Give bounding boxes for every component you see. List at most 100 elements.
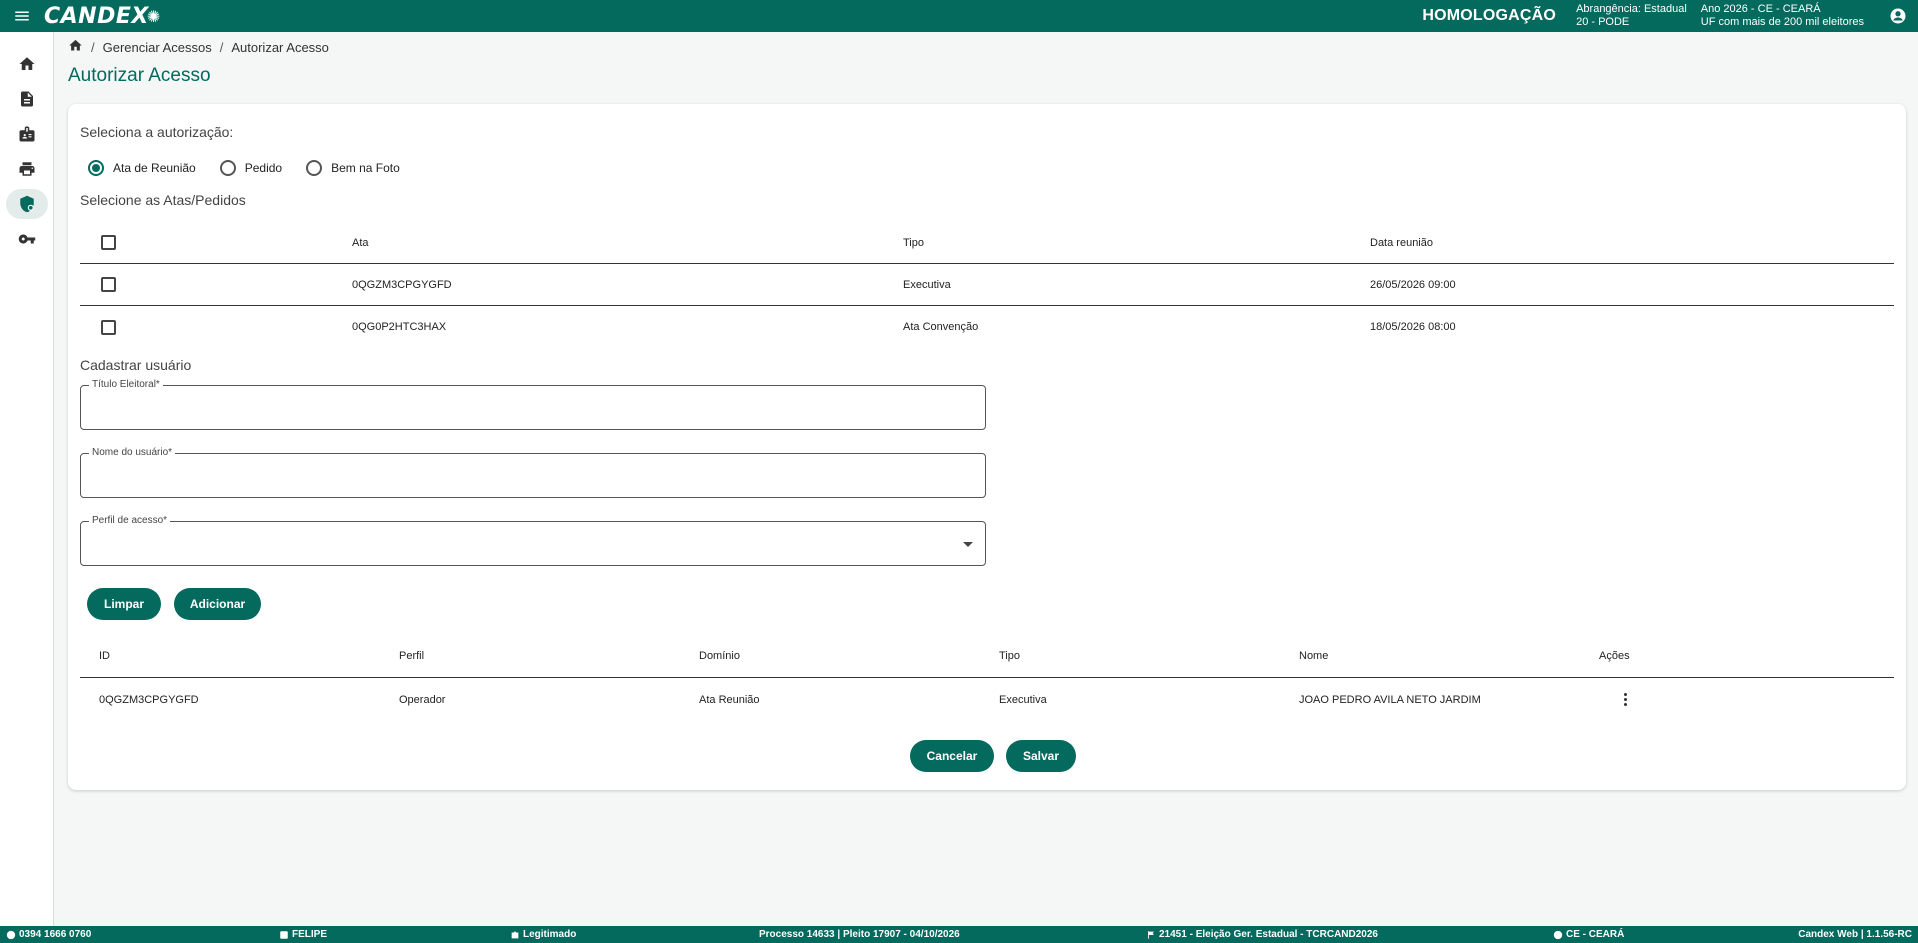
status-bar: 0394 1666 0760 FELIPE Legitimado Process… <box>0 926 1918 943</box>
table-header: ID Perfil Domínio Tipo Nome Ações <box>80 634 1894 678</box>
uf-info-text: UF com mais de 200 mil eleitores <box>1700 16 1864 28</box>
footer-phone-text: 0394 1666 0760 <box>19 929 92 940</box>
footer-user-text: FELIPE <box>292 929 328 940</box>
document-icon <box>21 91 33 107</box>
select-all-checkbox[interactable] <box>101 235 116 250</box>
sidebar-item-documents[interactable] <box>6 84 48 114</box>
cancelar-button[interactable]: Cancelar <box>910 740 994 772</box>
top-bar: CANDEX ✺ HOMOLOGAÇÃO Abrangência: Estadua… <box>0 0 1918 32</box>
partido-text: 20 - PODE <box>1576 16 1630 28</box>
radio-bem-na-foto[interactable]: Bem na Foto <box>306 160 400 176</box>
radio-ata-reuniao[interactable]: Ata de Reunião <box>88 160 196 176</box>
perfil-acesso-select[interactable]: Perfil de acesso* <box>80 515 986 566</box>
limpar-button[interactable]: Limpar <box>87 588 161 620</box>
atas-table: Ata Tipo Data reunião 0QGZM3CPGYGFD Exec… <box>80 222 1894 348</box>
footer-uf: CE - CEARÁ <box>1553 926 1624 943</box>
column-header-dominio: Domínio <box>699 649 740 662</box>
column-header-tipo: Tipo <box>999 649 1020 662</box>
ano-text: Ano 2026 - CE - CEARÁ <box>1700 3 1821 15</box>
cell-tipo: Executiva <box>903 278 951 291</box>
app-logo[interactable]: CANDEX ✺ <box>44 4 161 29</box>
app-logo-text: CANDEX <box>44 3 149 29</box>
radio-circle <box>219 160 236 176</box>
titulo-eleitoral-label: Título Eleitoral* <box>89 379 163 390</box>
adicionar-button[interactable]: Adicionar <box>174 588 261 620</box>
cell-data: 18/05/2026 08:00 <box>1370 321 1456 333</box>
cell-tipo: Executiva <box>999 693 1047 706</box>
footer-status: Legitimado <box>510 926 576 943</box>
headset-icon <box>6 930 16 939</box>
breadcrumb-item-gerenciar[interactable]: Gerenciar Acessos <box>103 40 212 55</box>
row-checkbox[interactable] <box>101 319 116 335</box>
environment-label: HOMOLOGAÇÃO <box>1422 7 1557 24</box>
cell-nome: JOAO PEDRO AVILA NETO JARDIM <box>1299 693 1481 706</box>
main-card: Seleciona a autorização: Ata de Reunião … <box>68 104 1906 790</box>
nome-usuario-field: Nome do usuário* <box>80 447 986 498</box>
column-header-ata: Ata <box>352 236 369 249</box>
titulo-eleitoral-field: Título Eleitoral* <box>80 379 986 430</box>
footer-eleicao-text: 21451 - Eleição Ger. Estadual - TCRCAND2… <box>1159 929 1378 940</box>
globe-icon <box>1553 930 1563 939</box>
column-header-acoes: Ações <box>1599 649 1630 662</box>
cell-ata: 0QGZM3CPGYGFD <box>352 278 452 291</box>
table-header: Ata Tipo Data reunião <box>80 222 1894 264</box>
footer-eleicao: 21451 - Eleição Ger. Estadual - TCRCAND2… <box>1146 926 1378 943</box>
cell-tipo: Ata Convenção <box>903 321 979 333</box>
table-row: 0QGZM3CPGYGFD Operador Ata Reunião Execu… <box>80 678 1894 721</box>
sidebar-item-home[interactable] <box>6 49 48 79</box>
cell-id: 0QGZM3CPGYGFD <box>99 693 199 706</box>
shield-lock-icon <box>20 195 34 213</box>
row-checkbox[interactable] <box>101 277 116 292</box>
footer-version: Candex Web | 1.1.56-RC <box>1798 929 1912 940</box>
salvar-button[interactable]: Salvar <box>1006 740 1076 772</box>
cell-data: 26/05/2026 09:00 <box>1370 278 1456 291</box>
radio-label: Pedido <box>244 161 283 175</box>
home-icon <box>69 39 82 51</box>
account-icon[interactable] <box>1878 7 1918 25</box>
cell-dominio: Ata Reunião <box>699 693 760 706</box>
authorization-label: Seleciona a autorização: <box>80 124 234 140</box>
context-info-1: Abrangência: Estadual 20 - PODE <box>1576 3 1687 29</box>
authorization-radio-group: Ata de Reunião Pedido Bem na Foto <box>88 160 424 176</box>
radio-label: Ata de Reunião <box>113 161 196 175</box>
column-header-nome: Nome <box>1299 649 1329 662</box>
more-vert-icon[interactable] <box>1615 690 1635 710</box>
column-header-id: ID <box>99 649 110 662</box>
nome-usuario-input[interactable] <box>81 454 985 497</box>
sidebar-item-access[interactable] <box>6 189 48 219</box>
table-row: 0QGZM3CPGYGFD Executiva 26/05/2026 09:00 <box>80 264 1894 306</box>
cell-ata: 0QG0P2HTC3HAX <box>352 321 447 333</box>
sidebar-item-keys[interactable] <box>6 224 48 254</box>
sidebar <box>0 32 54 926</box>
sidebar-item-badge[interactable] <box>6 119 48 149</box>
radio-pedido[interactable]: Pedido <box>219 160 283 176</box>
home-icon <box>19 57 35 70</box>
key-icon <box>18 234 36 244</box>
briefcase-icon <box>511 931 519 938</box>
user-badge-icon <box>280 930 288 939</box>
column-header-data: Data reunião <box>1370 236 1433 249</box>
breadcrumb-item-current: Autorizar Acesso <box>231 39 329 55</box>
page-title: Autorizar Acesso <box>68 65 211 86</box>
chevron-down-icon <box>963 542 973 547</box>
column-header-tipo: Tipo <box>903 236 924 249</box>
printer-icon <box>19 162 35 176</box>
perfil-acesso-label: Perfil de acesso* <box>89 515 171 526</box>
radio-circle <box>88 160 104 176</box>
radio-circle <box>306 160 323 176</box>
nome-usuario-label: Nome do usuário* <box>89 447 176 458</box>
radio-label: Bem na Foto <box>331 161 400 175</box>
footer-status-text: Legitimado <box>523 929 577 940</box>
breadcrumb: / Gerenciar Acessos / Autorizar Acesso <box>68 38 329 56</box>
sidebar-item-print[interactable] <box>6 154 48 184</box>
abrangencia-text: Abrangência: Estadual <box>1576 3 1687 15</box>
titulo-eleitoral-input[interactable] <box>81 386 985 429</box>
footer-phone: 0394 1666 0760 <box>6 926 91 943</box>
menu-icon[interactable] <box>0 0 44 32</box>
breadcrumb-separator: / <box>219 39 224 55</box>
logo-star-icon: ✺ <box>146 6 161 26</box>
table-row: 0QG0P2HTC3HAX Ata Convenção 18/05/2026 0… <box>80 306 1894 348</box>
cadastrar-usuario-label: Cadastrar usuário <box>80 357 192 373</box>
flag-icon <box>1148 930 1154 939</box>
breadcrumb-home[interactable] <box>68 38 83 56</box>
